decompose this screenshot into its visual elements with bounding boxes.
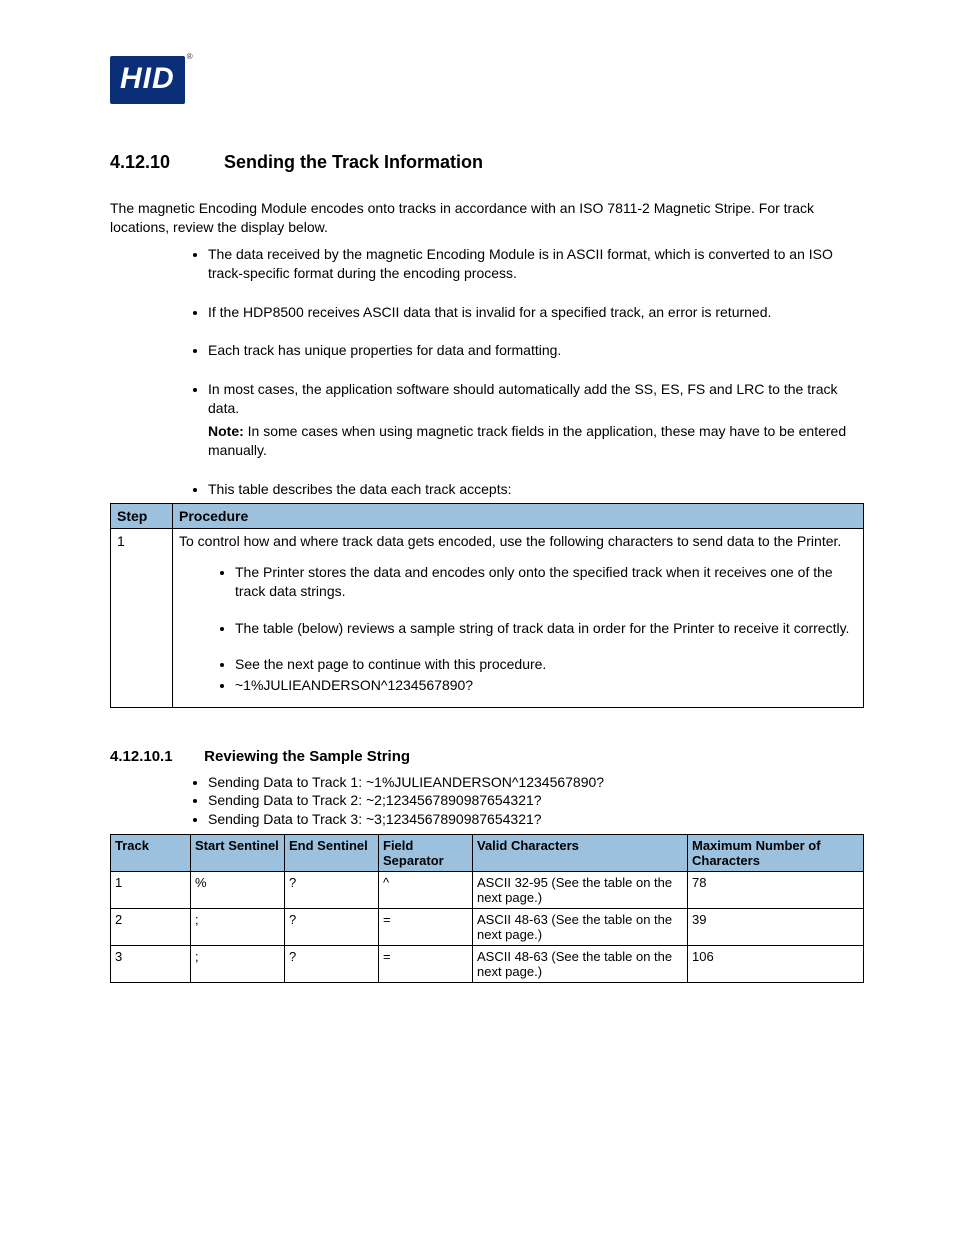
bullet-item: This table describes the data each track…	[208, 480, 864, 499]
cell-fs: ^	[379, 871, 473, 908]
th-field-separator: Field Separator	[379, 834, 473, 871]
logo-text: HID	[120, 62, 175, 95]
cell-es: ?	[285, 908, 379, 945]
section-title: Sending the Track Information	[224, 152, 483, 173]
cell-es: ?	[285, 871, 379, 908]
th-valid-characters: Valid Characters	[473, 834, 688, 871]
section-bullets: The data received by the magnetic Encodi…	[208, 245, 864, 499]
th-procedure: Procedure	[173, 503, 864, 528]
logo: HID ®	[110, 56, 864, 104]
th-max-characters: Maximum Number of Characters	[688, 834, 864, 871]
th-start-sentinel: Start Sentinel	[191, 834, 285, 871]
bullet-item: If the HDP8500 receives ASCII data that …	[208, 303, 864, 322]
bullet-text: The data received by the magnetic Encodi…	[208, 246, 833, 281]
logo-registered: ®	[187, 52, 193, 61]
table-row: 3 ; ? = ASCII 48-63 (See the table on th…	[111, 945, 864, 982]
cell-es: ?	[285, 945, 379, 982]
bullet-item: The Printer stores the data and encodes …	[235, 563, 857, 601]
th-track: Track	[111, 834, 191, 871]
cell-ss: %	[191, 871, 285, 908]
table-row: 2 ; ? = ASCII 48-63 (See the table on th…	[111, 908, 864, 945]
bullet-text: Sending Data to Track 3: ~3;123456789098…	[208, 811, 542, 827]
bullet-item: The data received by the magnetic Encodi…	[208, 245, 864, 283]
cell-procedure: To control how and where track data gets…	[173, 528, 864, 707]
bullet-item: Each track has unique properties for dat…	[208, 341, 864, 360]
cell-track: 3	[111, 945, 191, 982]
cell-fs: =	[379, 908, 473, 945]
table-row: 1 To control how and where track data ge…	[111, 528, 864, 707]
bullet-text: Each track has unique properties for dat…	[208, 342, 561, 358]
cell-step: 1	[111, 528, 173, 707]
bullet-text: The table (below) reviews a sample strin…	[235, 620, 849, 636]
bullet-text: The Printer stores the data and encodes …	[235, 564, 833, 599]
note-body: In some cases when using magnetic track …	[208, 423, 846, 458]
cell-track: 2	[111, 908, 191, 945]
cell-ss: ;	[191, 908, 285, 945]
procedure-table: Step Procedure 1 To control how and wher…	[110, 503, 864, 708]
bullet-note: Note: In some cases when using magnetic …	[208, 422, 860, 460]
bullet-item: ~1%JULIEANDERSON^1234567890?	[235, 676, 857, 695]
cell-max: 39	[688, 908, 864, 945]
cell-vc: ASCII 48-63 (See the table on the next p…	[473, 908, 688, 945]
cell-ss: ;	[191, 945, 285, 982]
character-table: Track Start Sentinel End Sentinel Field …	[110, 834, 864, 983]
bullet-item: Sending Data to Track 2: ~2;123456789098…	[208, 791, 864, 809]
cell-vc: ASCII 32-95 (See the table on the next p…	[473, 871, 688, 908]
th-step: Step	[111, 503, 173, 528]
section-intro: The magnetic Encoding Module encodes ont…	[110, 199, 864, 237]
cell-fs: =	[379, 945, 473, 982]
bullet-item: Sending Data to Track 1: ~1%JULIEANDERSO…	[208, 773, 864, 791]
subsection-heading: 4.12.10.1 Reviewing the Sample String	[110, 748, 864, 765]
section-number: 4.12.10	[110, 152, 196, 173]
cell-track: 1	[111, 871, 191, 908]
bullet-text: Sending Data to Track 1: ~1%JULIEANDERSO…	[208, 774, 604, 790]
bullet-text: Sending Data to Track 2: ~2;123456789098…	[208, 792, 542, 808]
bullet-text: See the next page to continue with this …	[235, 656, 546, 672]
bullet-text: In most cases, the application software …	[208, 381, 838, 416]
subsection-number: 4.12.10.1	[110, 748, 200, 765]
table-row: 1 % ? ^ ASCII 32-95 (See the table on th…	[111, 871, 864, 908]
bullet-item: See the next page to continue with this …	[235, 655, 857, 674]
th-end-sentinel: End Sentinel	[285, 834, 379, 871]
sample-bullets: Sending Data to Track 1: ~1%JULIEANDERSO…	[208, 773, 864, 828]
cell-vc: ASCII 48-63 (See the table on the next p…	[473, 945, 688, 982]
note-label: Note:	[208, 423, 244, 439]
procedure-bullets: The Printer stores the data and encodes …	[235, 563, 857, 695]
bullet-text: If the HDP8500 receives ASCII data that …	[208, 304, 771, 320]
subsection-title: Reviewing the Sample String	[204, 748, 410, 765]
cell-max: 106	[688, 945, 864, 982]
section-heading: 4.12.10 Sending the Track Information	[110, 152, 864, 173]
bullet-item: The table (below) reviews a sample strin…	[235, 619, 857, 638]
procedure-lead: To control how and where track data gets…	[179, 533, 841, 549]
bullet-item: Sending Data to Track 3: ~3;123456789098…	[208, 810, 864, 828]
cell-max: 78	[688, 871, 864, 908]
bullet-item: In most cases, the application software …	[208, 380, 864, 460]
bullet-text: This table describes the data each track…	[208, 481, 512, 497]
bullet-text: ~1%JULIEANDERSON^1234567890?	[235, 677, 473, 693]
